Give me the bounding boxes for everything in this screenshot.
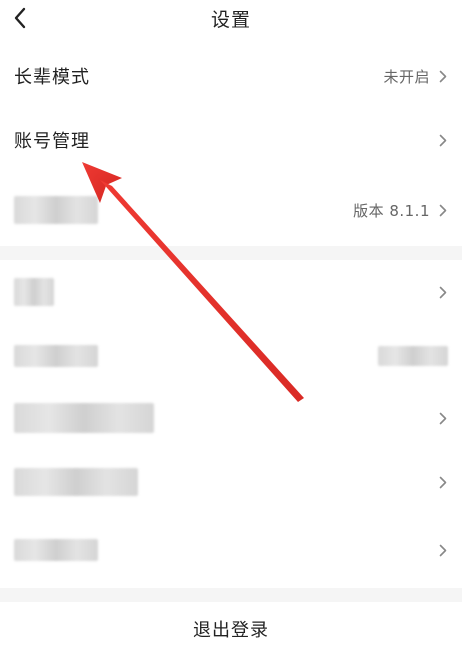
version-value: 版本 8.1.1 bbox=[353, 201, 430, 220]
chevron-right-icon bbox=[438, 543, 448, 557]
redacted-label bbox=[14, 539, 98, 561]
redacted-label bbox=[14, 345, 98, 367]
header: 设置 bbox=[0, 0, 462, 36]
settings-row-redacted[interactable] bbox=[0, 388, 462, 448]
redacted-label bbox=[14, 278, 54, 306]
logout-label: 退出登录 bbox=[193, 620, 269, 641]
row-right bbox=[438, 411, 448, 425]
chevron-right-icon bbox=[438, 411, 448, 425]
back-button[interactable] bbox=[6, 4, 34, 32]
row-right: 未开启 bbox=[383, 66, 448, 87]
settings-row-version[interactable]: 版本 8.1.1 bbox=[0, 180, 462, 240]
row-label: 长辈模式 bbox=[14, 67, 90, 88]
row-right bbox=[378, 346, 448, 366]
section-separator bbox=[0, 588, 462, 602]
row-right bbox=[438, 285, 448, 299]
row-label: 账号管理 bbox=[14, 131, 90, 152]
settings-row-redacted[interactable] bbox=[0, 326, 462, 386]
chevron-left-icon bbox=[14, 7, 26, 29]
redacted-label bbox=[14, 403, 154, 433]
settings-row-elder-mode[interactable]: 长辈模式 未开启 bbox=[0, 46, 462, 106]
chevron-right-icon bbox=[438, 69, 448, 83]
row-right bbox=[438, 133, 448, 147]
row-right bbox=[438, 543, 448, 557]
redacted-label bbox=[14, 196, 98, 224]
page-title: 设置 bbox=[210, 8, 251, 31]
settings-row-redacted[interactable] bbox=[0, 520, 462, 580]
settings-page: 设置 长辈模式 未开启 账号管理 版本 8.1.1 退出登录 bbox=[0, 0, 462, 650]
chevron-right-icon bbox=[438, 203, 448, 217]
row-value: 未开启 bbox=[383, 67, 430, 86]
chevron-right-icon bbox=[438, 475, 448, 489]
chevron-right-icon bbox=[438, 133, 448, 147]
chevron-right-icon bbox=[438, 285, 448, 299]
settings-row-account-management[interactable]: 账号管理 bbox=[0, 110, 462, 170]
redacted-value bbox=[378, 346, 448, 366]
row-right: 版本 8.1.1 bbox=[353, 200, 448, 221]
section-separator bbox=[0, 246, 462, 260]
row-right bbox=[438, 475, 448, 489]
settings-row-redacted[interactable] bbox=[0, 452, 462, 512]
logout-button[interactable]: 退出登录 bbox=[0, 604, 462, 650]
redacted-label bbox=[14, 468, 138, 496]
settings-row-redacted[interactable] bbox=[0, 262, 462, 322]
